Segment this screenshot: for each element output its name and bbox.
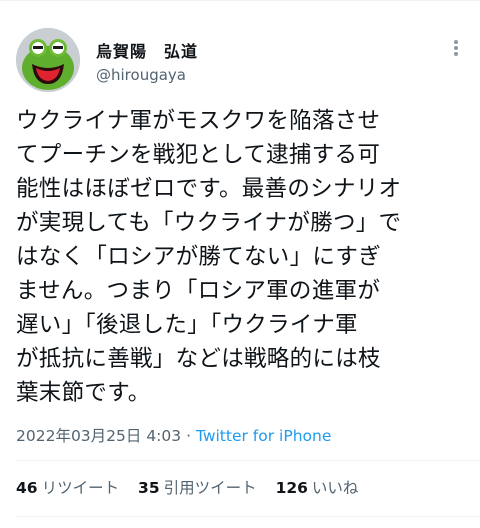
tweet-meta: 2022年03月25日 4:03 · Twitter for iPhone [16, 424, 331, 446]
tweet-line: ウクライナ軍がモスクワを陥落させ [16, 108, 381, 134]
tweet-stats: 46 リツイート 35 引用ツイート 126 いいね [16, 476, 372, 498]
tweet-line: はなく「ロシアが勝てない」にすぎ [16, 244, 382, 270]
likes-count: 126 [275, 479, 308, 497]
tweet-text: ウクライナ軍がモスクワを陥落させ てプーチンを戦犯として逮捕する可 能性はほぼゼ… [16, 104, 470, 410]
user-handle[interactable]: @hirougaya [96, 66, 186, 84]
display-name[interactable]: 烏賀陽 弘道 [96, 38, 198, 62]
likes-stat[interactable]: 126 いいね [276, 479, 359, 497]
kermit-avatar-icon [16, 28, 80, 92]
retweets-stat[interactable]: 46 リツイート [16, 479, 119, 497]
top-divider [0, 0, 480, 1]
retweets-count: 46 [16, 479, 38, 497]
retweets-label: リツイート [41, 479, 120, 497]
tweet-line: 葉末節です。 [16, 380, 151, 406]
meta-separator: · [181, 427, 196, 445]
quotes-stat[interactable]: 35 引用ツイート [138, 479, 257, 497]
quotes-count: 35 [138, 479, 160, 497]
tweet-source-link[interactable]: Twitter for iPhone [196, 427, 331, 445]
quotes-label: 引用ツイート [163, 479, 257, 497]
divider [16, 516, 480, 517]
tweet-line: が実現しても「ウクライナが勝つ」で [16, 210, 402, 236]
tweet-line: 遅い」「後退した」「ウクライナ軍 [16, 312, 358, 338]
more-options-icon[interactable] [446, 36, 466, 60]
divider [16, 460, 480, 461]
tweet-line: てプーチンを戦犯として逮捕する可 [16, 142, 381, 168]
tweet-line: 能性はほぼゼロです。最善のシナリオ [16, 176, 402, 202]
tweet-timestamp[interactable]: 2022年03月25日 4:03 [16, 427, 181, 445]
avatar[interactable] [16, 28, 80, 92]
likes-label: いいね [311, 479, 359, 497]
tweet-line: が抵抗に善戦」などは戦略的には枝 [16, 346, 381, 372]
tweet-line: ません。つまり「ロシア軍の進軍が [16, 278, 381, 304]
